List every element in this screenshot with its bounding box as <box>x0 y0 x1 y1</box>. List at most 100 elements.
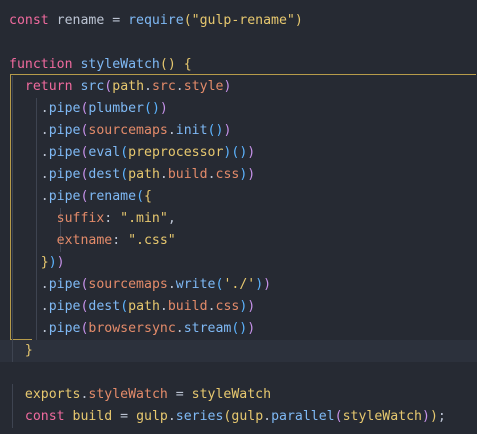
code-token: rename <box>88 189 137 204</box>
code-token: build <box>167 299 208 314</box>
code-token: suffix <box>56 211 105 226</box>
code-line: const rename = require("gulp-rename") <box>9 10 303 32</box>
code-token: ) <box>247 145 256 160</box>
code-token: dest <box>88 167 121 182</box>
code-token: ; <box>437 409 446 424</box>
code-editor[interactable]: const rename = require("gulp-rename") fun… <box>0 0 477 434</box>
code-token: rename <box>56 13 105 28</box>
code-line: return src(path.src.style) <box>9 76 232 98</box>
code-line: .pipe(dest(path.build.css)) <box>9 296 256 318</box>
code-line: .pipe(dest(path.build.css)) <box>9 164 256 186</box>
code-token: src <box>151 79 176 94</box>
code-token: pipe <box>48 123 81 138</box>
code-token: . <box>9 321 49 336</box>
code-line: .pipe(browsersync.stream()) <box>9 318 255 340</box>
code-token: ) <box>48 255 57 270</box>
code-token: pipe <box>48 321 81 336</box>
code-token: dest <box>88 299 121 314</box>
code-token: ) <box>247 167 256 182</box>
code-token: ) <box>56 255 65 270</box>
code-token: . <box>159 299 168 314</box>
code-line: extname: ".css" <box>9 230 176 252</box>
code-line: suffix: ".min", <box>9 208 176 230</box>
code-token: ( <box>120 299 129 314</box>
code-token: pipe <box>48 299 81 314</box>
code-token: } <box>24 343 33 358</box>
code-token: css <box>215 299 240 314</box>
code-token: function <box>9 57 81 72</box>
code-token: ".min" <box>120 211 168 226</box>
code-token: . <box>9 123 49 138</box>
code-line: exports.styleWatch = styleWatch <box>9 384 271 406</box>
code-token: init <box>175 123 208 138</box>
code-token: exports <box>24 387 81 402</box>
code-token: src <box>80 79 105 94</box>
code-token: . <box>167 123 176 138</box>
code-token: styleWatch <box>342 409 422 424</box>
code-token: ) <box>429 409 438 424</box>
code-token: ) <box>263 277 272 292</box>
code-token: ) <box>294 13 303 28</box>
code-token: . <box>9 145 49 160</box>
code-line: .pipe(sourcemaps.init()) <box>9 120 232 142</box>
code-token: ) <box>247 299 256 314</box>
code-token: './' <box>223 277 256 292</box>
code-token: ) <box>223 123 232 138</box>
code-line: .pipe(eval(preprocessor)()) <box>9 142 255 164</box>
code-token: { <box>144 189 152 204</box>
code-token: build <box>167 167 208 182</box>
code-token: . <box>175 321 184 336</box>
code-line: const build = gulp.series(gulp.parallel(… <box>9 406 446 428</box>
code-token: () <box>231 321 248 336</box>
code-token: path <box>128 299 160 314</box>
code-token: . <box>9 189 49 204</box>
code-token: build <box>72 409 113 424</box>
code-token: css <box>215 167 240 182</box>
code-token: style <box>183 79 224 94</box>
code-token: = <box>112 409 137 424</box>
code-token: . <box>207 167 216 182</box>
code-line: .pipe(sourcemaps.write('./')) <box>9 274 271 296</box>
code-token: pipe <box>48 145 81 160</box>
code-token: . <box>9 167 49 182</box>
code-token: () <box>207 123 224 138</box>
code-token: gulp <box>231 409 264 424</box>
code-token: pipe <box>48 189 81 204</box>
code-token: "gulp-rename" <box>191 13 295 28</box>
code-token: path <box>128 167 160 182</box>
code-token: ( <box>120 145 129 160</box>
code-token: . <box>167 409 176 424</box>
code-token: . <box>207 299 216 314</box>
code-token: pipe <box>48 167 81 182</box>
code-token: ( <box>334 409 343 424</box>
code-token: styleWatch <box>80 57 160 72</box>
code-token: ) <box>255 277 264 292</box>
code-token: extname <box>56 233 113 248</box>
code-token: styleWatch <box>88 387 168 402</box>
code-token: : <box>104 211 121 226</box>
code-token: ( <box>136 189 145 204</box>
code-token: . <box>144 79 152 94</box>
code-token: . <box>9 277 49 292</box>
code-token: return <box>24 79 81 94</box>
code-token: = <box>104 13 129 28</box>
code-token: write <box>175 277 216 292</box>
code-token: eval <box>88 145 121 160</box>
code-token: require <box>128 13 184 28</box>
code-token: { <box>183 57 192 72</box>
code-token: ) <box>421 409 430 424</box>
code-token: plumber <box>88 101 144 116</box>
code-token: parallel <box>271 409 335 424</box>
code-token: ".css" <box>128 233 176 248</box>
code-token: pipe <box>48 101 81 116</box>
code-token: = <box>167 387 192 402</box>
code-token: const <box>24 409 73 424</box>
code-line: .pipe(rename({ <box>9 186 152 208</box>
code-token: , <box>167 211 176 226</box>
